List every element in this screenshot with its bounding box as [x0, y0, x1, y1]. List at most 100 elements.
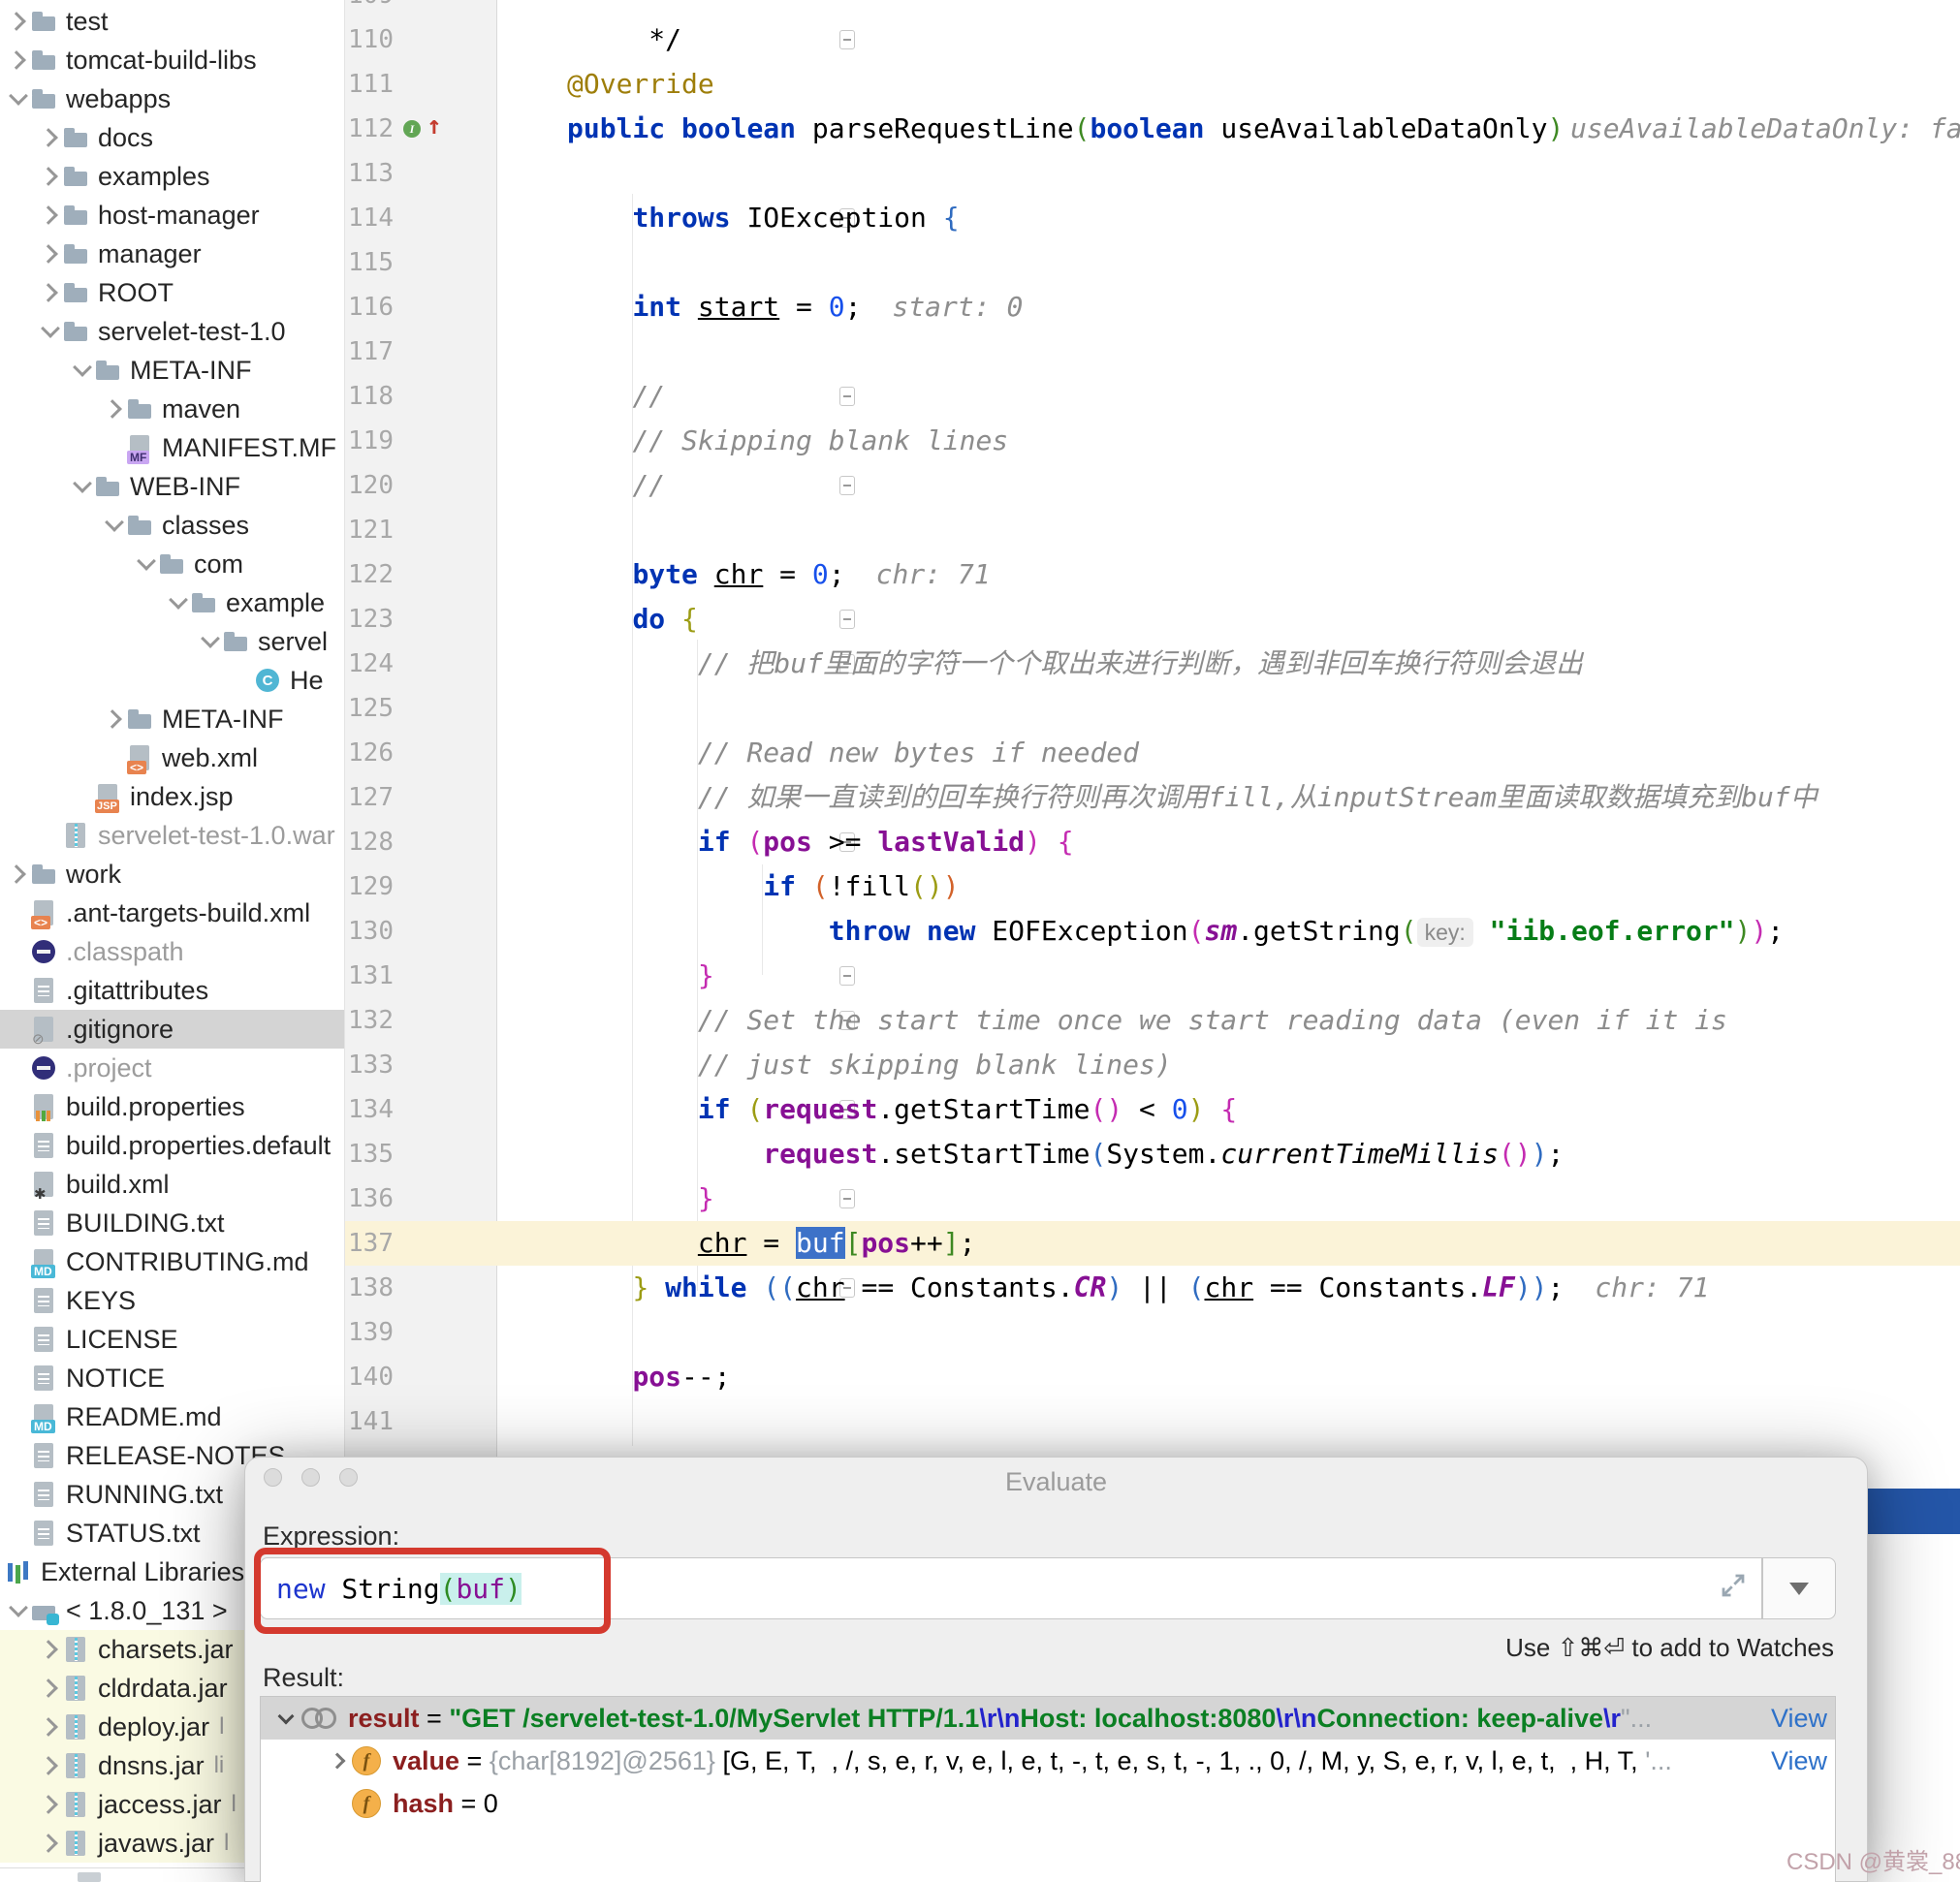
tree-item-.classpath[interactable]: .classpath	[0, 932, 344, 971]
tree-item-work[interactable]: work	[0, 855, 344, 894]
code-text[interactable]	[567, 240, 1960, 285]
tree-item-root[interactable]: ROOT	[0, 273, 344, 312]
tree-item-contributing.md[interactable]: CONTRIBUTING.md	[0, 1242, 344, 1281]
chevron-right-icon[interactable]	[38, 131, 63, 144]
tree-item-build.properties[interactable]: build.properties	[0, 1087, 344, 1126]
result-row-value[interactable]: value = {char[8192]@2561} [G, E, T, , /,…	[261, 1740, 1835, 1782]
code-text[interactable]: // Set the start time once we start read…	[567, 998, 1960, 1043]
code-text[interactable]	[567, 686, 1960, 731]
chevron-down-icon[interactable]	[166, 599, 191, 607]
tree-item-build.properties.default[interactable]: build.properties.default	[0, 1126, 344, 1165]
chevron-right-icon[interactable]	[38, 1643, 63, 1656]
code-text[interactable]: pos--;	[567, 1355, 1960, 1399]
tree-item-servel[interactable]: servel	[0, 622, 344, 661]
tree-item-readme.md[interactable]: README.md	[0, 1397, 344, 1436]
navigate-super-icon[interactable]: ↑	[427, 107, 442, 145]
chevron-right-icon[interactable]	[6, 867, 31, 881]
chevron-down-icon[interactable]	[272, 1714, 300, 1722]
tree-item-examples[interactable]: examples	[0, 157, 344, 196]
code-text[interactable]: if (request.getStartTime() < 0) {	[567, 1087, 1960, 1132]
code-text[interactable]	[567, 329, 1960, 374]
code-text[interactable]: do {	[567, 597, 1960, 642]
code-text[interactable]: *	[567, 0, 1960, 17]
view-link[interactable]: View	[1771, 1704, 1827, 1734]
tree-item-meta-inf[interactable]: META-INF	[0, 351, 344, 390]
view-link[interactable]: View	[1771, 1746, 1827, 1776]
tree-item-classes[interactable]: classes	[0, 506, 344, 545]
tree-item-example[interactable]: example	[0, 583, 344, 622]
code-text[interactable]: if (pos >= lastValid) {	[567, 820, 1960, 864]
tree-item-host-manager[interactable]: host-manager	[0, 196, 344, 235]
code-text[interactable]	[567, 1310, 1960, 1355]
code-text[interactable]: chr = buf[pos++];	[567, 1221, 1960, 1266]
expression-input[interactable]: new String(buf)	[260, 1557, 1762, 1619]
tree-item-web-inf[interactable]: WEB-INF	[0, 467, 344, 506]
code-text[interactable]: byte chr = 0;chr: 71	[567, 552, 1960, 597]
tree-item-manifest.mf[interactable]: MANIFEST.MF	[0, 428, 344, 467]
tree-item-docs[interactable]: docs	[0, 118, 344, 157]
tree-item-.gitignore[interactable]: .gitignore	[0, 1010, 344, 1049]
chevron-down-icon[interactable]	[70, 366, 95, 374]
tree-item-com[interactable]: com	[0, 545, 344, 583]
code-text[interactable]: }	[567, 1176, 1960, 1221]
tree-item-keys[interactable]: KEYS	[0, 1281, 344, 1320]
code-text[interactable]: }	[567, 954, 1960, 998]
chevron-down-icon[interactable]	[134, 560, 159, 568]
override-method-icon[interactable]: I	[403, 120, 421, 138]
code-text[interactable]: */	[567, 17, 1960, 62]
chevron-down-icon[interactable]	[6, 1607, 31, 1615]
code-text[interactable]: @Override	[567, 62, 1960, 107]
chevron-right-icon[interactable]	[38, 1720, 63, 1734]
code-text[interactable]: // Skipping blank lines	[567, 419, 1960, 463]
chevron-right-icon[interactable]	[38, 208, 63, 222]
code-text[interactable]: // Read new bytes if needed	[567, 731, 1960, 775]
code-text[interactable]: // 把buf里面的字符一个个取出来进行判断，遇到非回车换行符则会退出	[567, 642, 1960, 686]
tree-item-build.xml[interactable]: build.xml	[0, 1165, 344, 1204]
code-text[interactable]: request.setStartTime(System.currentTimeM…	[567, 1132, 1960, 1176]
chevron-right-icon[interactable]	[38, 1759, 63, 1772]
tree-item-.ant-targets-build.xml[interactable]: .ant-targets-build.xml	[0, 894, 344, 932]
chevron-down-icon[interactable]	[102, 521, 127, 529]
chevron-right-icon[interactable]	[6, 53, 31, 67]
tree-item-tomcat-build-libs[interactable]: tomcat-build-libs	[0, 41, 344, 79]
tree-item-meta-inf[interactable]: META-INF	[0, 700, 344, 738]
code-text[interactable]: throws IOException {	[567, 196, 1960, 240]
code-text[interactable]: throw new EOFException(sm.getString(key:…	[567, 909, 1960, 954]
chevron-right-icon[interactable]	[102, 712, 127, 726]
chevron-right-icon[interactable]	[38, 1798, 63, 1811]
expand-icon[interactable]	[1719, 1571, 1748, 1607]
result-row-hash[interactable]: hash = 0	[261, 1782, 1835, 1825]
tree-item-.gitattributes[interactable]: .gitattributes	[0, 971, 344, 1010]
tree-item-manager[interactable]: manager	[0, 235, 344, 273]
tree-item-he[interactable]: He	[0, 661, 344, 700]
code-text[interactable]: int start = 0;start: 0	[567, 285, 1960, 329]
code-text[interactable]	[567, 1399, 1960, 1444]
tree-item-test[interactable]: test	[0, 2, 344, 41]
tree-item-webapps[interactable]: webapps	[0, 79, 344, 118]
chevron-right-icon[interactable]	[38, 247, 63, 261]
tree-item-web.xml[interactable]: web.xml	[0, 738, 344, 777]
tree-item-.project[interactable]: .project	[0, 1049, 344, 1087]
code-text[interactable]: // just skipping blank lines)	[567, 1043, 1960, 1087]
code-text[interactable]: //	[567, 463, 1960, 508]
chevron-down-icon[interactable]	[38, 328, 63, 335]
chevron-right-icon[interactable]	[38, 1681, 63, 1695]
chevron-right-icon[interactable]	[6, 15, 31, 28]
expression-history-dropdown[interactable]	[1762, 1557, 1836, 1619]
chevron-right-icon[interactable]	[38, 170, 63, 183]
tree-item-maven[interactable]: maven	[0, 390, 344, 428]
chevron-down-icon[interactable]	[198, 638, 223, 645]
code-text[interactable]: } while ((chr == Constants.CR) || (chr =…	[567, 1266, 1960, 1310]
chevron-down-icon[interactable]	[6, 95, 31, 103]
chevron-down-icon[interactable]	[70, 483, 95, 490]
tree-item-servelet-test-1.0[interactable]: servelet-test-1.0	[0, 312, 344, 351]
result-row-result[interactable]: result = "GET /servelet-test-1.0/MyServl…	[261, 1697, 1835, 1740]
tree-item-license[interactable]: LICENSE	[0, 1320, 344, 1359]
chevron-right-icon[interactable]	[38, 1836, 63, 1850]
code-text[interactable]: if (!fill())	[567, 864, 1960, 909]
code-text[interactable]	[567, 151, 1960, 196]
code-text[interactable]: // 如果一直读到的回车换行符则再次调用fill,从inputStream里面读…	[567, 775, 1960, 820]
tree-item-building.txt[interactable]: BUILDING.txt	[0, 1204, 344, 1242]
tree-item-servelet-test-1.0.war[interactable]: servelet-test-1.0.war	[0, 816, 344, 855]
code-text[interactable]	[567, 508, 1960, 552]
